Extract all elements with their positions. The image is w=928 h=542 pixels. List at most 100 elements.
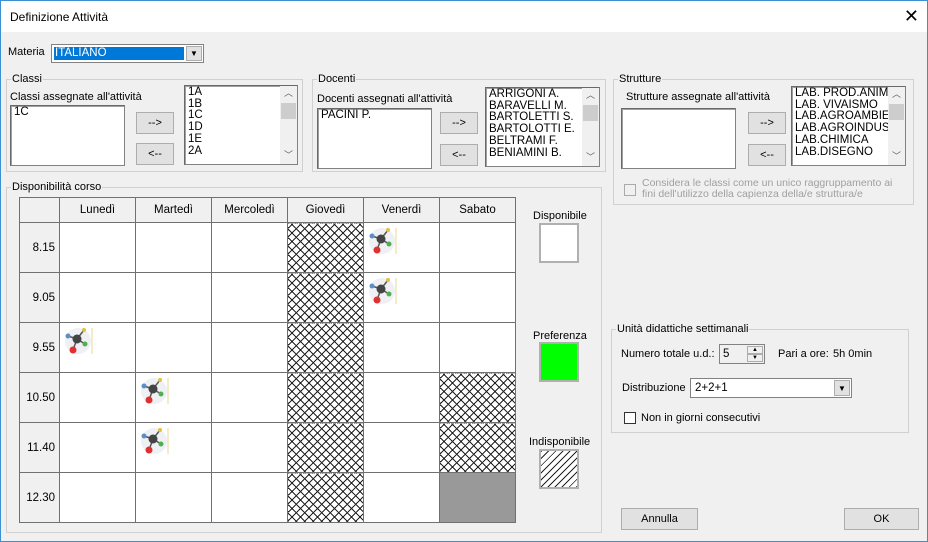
scrollbar[interactable]: ︿ ﹀ [582, 88, 599, 166]
close-icon[interactable]: ✕ [904, 6, 919, 27]
strutture-assigned-list[interactable] [621, 108, 736, 169]
legend-preferenza-swatch[interactable] [539, 342, 579, 382]
slot-cell-free[interactable] [439, 322, 516, 373]
slot-cell-scheduled[interactable] [363, 222, 440, 273]
list-item[interactable]: LAB. PROD.ANIMA [795, 87, 902, 100]
scrollbar[interactable]: ︿ ﹀ [280, 86, 297, 164]
time-header[interactable]: 12.30 [19, 472, 60, 523]
list-item[interactable]: 1D [188, 121, 294, 134]
list-item[interactable]: 1C [188, 110, 294, 122]
slot-cell-unavailable[interactable] [287, 422, 364, 473]
materia-value: ITALIANO [54, 47, 184, 60]
slot-cell-unavailable[interactable] [287, 322, 364, 373]
slot-cell-free[interactable] [211, 472, 288, 523]
slot-cell-unavailable[interactable] [287, 372, 364, 423]
list-item[interactable]: 2A [188, 145, 294, 158]
scroll-down-icon[interactable]: ﹀ [280, 150, 297, 162]
spin-up-icon[interactable]: ▲ [747, 346, 763, 354]
scroll-down-icon[interactable]: ﹀ [888, 151, 905, 163]
scroll-up-icon[interactable]: ︿ [888, 89, 905, 101]
strutture-available-list[interactable]: LAB. PROD.ANIMA LAB. VIVAISMO LAB.AGROAM… [791, 86, 906, 166]
slot-cell-unavailable[interactable] [287, 222, 364, 273]
chevron-down-icon[interactable]: ▼ [834, 380, 850, 396]
slot-cell-free[interactable] [59, 422, 136, 473]
slot-cell-free[interactable] [363, 472, 440, 523]
slot-cell-unavailable[interactable] [287, 472, 364, 523]
spin-down-icon[interactable]: ▼ [747, 354, 763, 362]
time-header[interactable]: 10.50 [19, 372, 60, 423]
slot-cell-unavailable[interactable] [439, 372, 516, 423]
materia-select[interactable]: ITALIANO ▼ [51, 44, 204, 63]
slot-cell-free[interactable] [135, 222, 212, 273]
slot-cell-free[interactable] [135, 472, 212, 523]
list-item[interactable]: BENIAMINI B. [489, 147, 596, 160]
classi-remove-button[interactable]: <-- [136, 143, 174, 165]
slot-cell-free[interactable] [363, 322, 440, 373]
list-item[interactable]: 1B [188, 98, 294, 111]
slot-cell-free[interactable] [439, 272, 516, 323]
docenti-add-button[interactable]: --> [440, 112, 478, 134]
strutture-raggruppamento-checkbox[interactable] [624, 184, 636, 196]
slot-cell-free[interactable] [211, 222, 288, 273]
scroll-up-icon[interactable]: ︿ [280, 88, 297, 100]
slot-cell-free[interactable] [211, 372, 288, 423]
time-header[interactable]: 9.05 [19, 272, 60, 323]
totale-value[interactable]: 5 [723, 348, 729, 360]
classi-add-button[interactable]: --> [136, 112, 174, 134]
list-item[interactable]: BELTRAMI F. [489, 135, 596, 148]
list-item[interactable]: PACINI P. [321, 109, 428, 122]
slot-cell-free[interactable] [59, 372, 136, 423]
day-header[interactable]: Giovedì [287, 197, 364, 223]
list-item[interactable]: 1C [14, 106, 121, 119]
day-header[interactable]: Mercoledì [211, 197, 288, 223]
scroll-down-icon[interactable]: ﹀ [582, 152, 599, 164]
time-header[interactable]: 8.15 [19, 222, 60, 273]
classi-assigned-list[interactable]: 1C [10, 105, 125, 166]
slot-cell-scheduled[interactable] [135, 422, 212, 473]
slot-cell-free[interactable] [59, 472, 136, 523]
slot-cell-free[interactable] [363, 372, 440, 423]
list-item[interactable]: LAB.DISEGNO [795, 146, 902, 159]
slot-cell-free[interactable] [363, 422, 440, 473]
list-item[interactable]: ARRIGONI A. [489, 88, 596, 101]
slot-cell-free[interactable] [59, 222, 136, 273]
slot-cell-scheduled[interactable] [363, 272, 440, 323]
day-header[interactable]: Venerdì [363, 197, 440, 223]
scroll-up-icon[interactable]: ︿ [582, 90, 599, 102]
strutture-remove-button[interactable]: <-- [748, 144, 786, 166]
ok-button[interactable]: OK [844, 508, 919, 530]
day-header[interactable]: Sabato [439, 197, 516, 223]
list-item[interactable]: LAB.CHIMICA [795, 134, 902, 147]
day-header[interactable]: Lunedì [59, 197, 136, 223]
slot-cell-free[interactable] [211, 422, 288, 473]
strutture-add-button[interactable]: --> [748, 112, 786, 134]
annulla-button[interactable]: Annulla [621, 508, 698, 530]
slot-cell-blocked[interactable] [439, 472, 516, 523]
chevron-down-icon[interactable]: ▼ [186, 46, 202, 61]
slot-cell-free[interactable] [135, 272, 212, 323]
docenti-remove-button[interactable]: <-- [440, 144, 478, 166]
consecutivi-checkbox[interactable] [624, 412, 636, 424]
classi-available-list[interactable]: 1A 1B 1C 1D 1E 2A ︿ ﹀ [184, 85, 298, 165]
slot-cell-unavailable[interactable] [439, 422, 516, 473]
totale-spinner[interactable]: 5 ▲ ▼ [719, 344, 765, 364]
slot-cell-free[interactable] [59, 272, 136, 323]
scrollbar[interactable]: ︿ ﹀ [888, 87, 905, 165]
slot-cell-free[interactable] [439, 222, 516, 273]
docenti-available-list[interactable]: ARRIGONI A. BARAVELLI M. BARTOLETTI S. B… [485, 87, 600, 167]
slot-cell-free[interactable] [211, 322, 288, 373]
day-header[interactable]: Martedì [135, 197, 212, 223]
legend-indisponibile-swatch[interactable] [539, 449, 579, 489]
slot-cell-scheduled[interactable] [135, 372, 212, 423]
docenti-assigned-list[interactable]: PACINI P. [317, 108, 432, 169]
slot-cell-free[interactable] [211, 272, 288, 323]
distribuzione-select[interactable]: 2+2+1 ▼ [690, 378, 852, 398]
slot-cell-free[interactable] [135, 322, 212, 373]
list-item[interactable]: 1A [188, 86, 294, 99]
list-item[interactable]: 1E [188, 133, 294, 146]
slot-cell-unavailable[interactable] [287, 272, 364, 323]
legend-disponibile-swatch[interactable] [539, 223, 579, 263]
slot-cell-scheduled[interactable] [59, 322, 136, 373]
time-header[interactable]: 9.55 [19, 322, 60, 373]
time-header[interactable]: 11.40 [19, 422, 60, 473]
